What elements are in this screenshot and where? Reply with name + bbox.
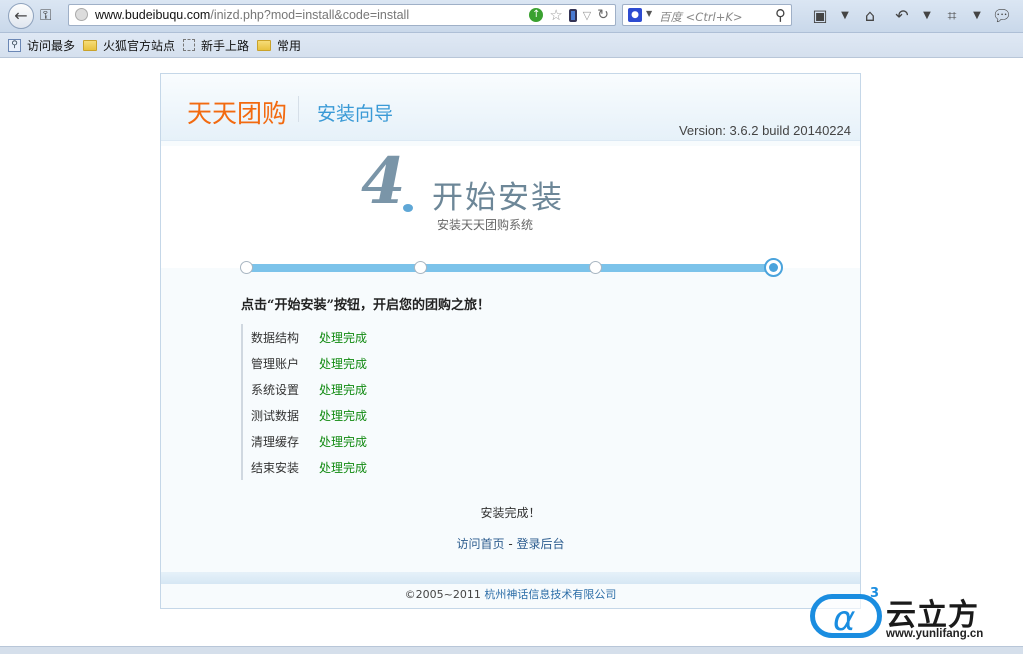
search-icon[interactable]: ⚲	[775, 6, 786, 24]
link-separator: -	[504, 537, 517, 551]
bookmark-getting-started[interactable]: 新手上路	[183, 37, 249, 54]
undo-icon[interactable]: ↶	[886, 6, 918, 26]
home-icon[interactable]: ⌂	[854, 6, 886, 26]
bookmark-label: 火狐官方站点	[103, 38, 176, 53]
list-item: 测试数据 处理完成	[241, 402, 367, 428]
task-status: 处理完成	[319, 460, 368, 475]
bookmark-star-icon[interactable]: ☆	[549, 7, 562, 23]
step-title: 开始安装	[432, 180, 564, 216]
task-label: 清理缓存	[251, 434, 300, 449]
url-text[interactable]: www.budeibuqu.com/inizd.php?mod=install&…	[95, 8, 409, 22]
copyright-text: ©2005~2011	[404, 588, 485, 601]
search-input[interactable]: 百度 <Ctrl+K>	[659, 9, 743, 25]
bookmark-label: 访问最多	[27, 38, 76, 53]
url-path: /inizd.php?mod=install&code=install	[210, 8, 410, 22]
toolbar-icons: ▣ ▼ ⌂ ↶ ▼ ⌗ ▼ 💬︎	[804, 6, 1018, 26]
visit-homepage-link[interactable]: 访问首页	[457, 537, 505, 551]
step-banner: 4 开始安装 安装天天团购系统	[161, 144, 860, 269]
watermark-url: www.yunlifang.cn	[886, 628, 984, 640]
browser-toolbar: ← ⚿ www.budeibuqu.com/inizd.php?mod=inst…	[0, 0, 1023, 33]
bookmarks-bar: ⚲ 访问最多 火狐官方站点 新手上路 常用	[0, 33, 1023, 58]
task-label: 数据结构	[251, 330, 300, 345]
step-progress	[240, 258, 783, 277]
task-label: 管理账户	[251, 356, 300, 371]
step-number: 4	[361, 144, 405, 219]
task-list: 数据结构 处理完成 管理账户 处理完成 系统设置 处理完成 测试数据 处理完成 …	[241, 324, 367, 480]
bookmarks-menu-icon[interactable]: ▣	[804, 6, 836, 26]
admin-login-link[interactable]: 登录后台	[516, 537, 564, 551]
list-item: 结束安装 处理完成	[241, 454, 367, 480]
step-description: 安装天天团购系统	[437, 218, 534, 232]
task-status: 处理完成	[319, 434, 368, 449]
progress-node-3	[589, 261, 602, 274]
bookmark-label: 新手上路	[201, 38, 250, 53]
undo-dropdown-icon[interactable]: ▼	[918, 6, 936, 26]
globe-icon	[75, 8, 88, 21]
task-status: 处理完成	[319, 408, 368, 423]
url-actions: ↑ ☆ ▽ ↻	[529, 7, 609, 23]
key-icon[interactable]: ⚿	[40, 6, 51, 24]
footer-band	[161, 572, 860, 584]
bookmark-label: 常用	[277, 38, 302, 53]
bookmark-firefox-official[interactable]: 火狐官方站点	[83, 37, 175, 54]
progress-node-1	[240, 261, 253, 274]
progress-node-4-current	[764, 258, 783, 277]
footer: ©2005~2011 杭州神话信息技术有限公司	[161, 586, 860, 602]
folder-icon	[257, 39, 272, 51]
baidu-paw-icon[interactable]: ●	[628, 8, 642, 22]
wizard-header: 天天团购 安装向导 Version: 3.6.2 build 20140224	[161, 74, 860, 141]
reload-icon[interactable]: ↻	[597, 7, 609, 23]
search-bar[interactable]: ● ▼ 百度 <Ctrl+K> ⚲	[622, 4, 792, 26]
url-host: www.budeibuqu.com	[95, 8, 211, 22]
bookmark-common[interactable]: 常用	[257, 37, 301, 54]
watermark-badge: 3	[870, 586, 880, 601]
install-complete-message: 安装完成！	[480, 506, 541, 520]
task-label: 测试数据	[251, 408, 300, 423]
company-link[interactable]: 杭州神话信息技术有限公司	[484, 588, 616, 601]
version-label: Version: 3.6.2 build 20140224	[678, 123, 851, 138]
post-install-links: 访问首页 - 登录后台	[161, 535, 860, 552]
back-button[interactable]: ←	[8, 3, 34, 29]
step-dot	[403, 204, 413, 212]
list-item: 数据结构 处理完成	[241, 324, 367, 350]
yunlifang-watermark: α 3 云立方 www.yunlifang.cn	[810, 586, 1015, 648]
list-item: 系统设置 处理完成	[241, 376, 367, 402]
task-status: 处理完成	[319, 382, 368, 397]
chat-icon[interactable]: 💬︎	[986, 6, 1018, 26]
instruction-text: 点击“开始安装”按钮，开启您的团购之旅！	[241, 298, 490, 313]
dropdown-arrow-icon[interactable]: ▽	[583, 9, 591, 22]
bookmarks-dropdown-icon[interactable]: ▼	[836, 6, 854, 26]
bookmark-most-visited[interactable]: ⚲ 访问最多	[8, 37, 75, 54]
search-icon: ⚲	[8, 38, 21, 52]
task-label: 系统设置	[251, 382, 300, 397]
logo-divider	[298, 96, 299, 122]
list-item: 管理账户 处理完成	[241, 350, 367, 376]
install-wizard-panel: 天天团购 安装向导 Version: 3.6.2 build 20140224 …	[160, 73, 861, 609]
crop-icon[interactable]: ⌗	[936, 6, 968, 26]
task-status: 处理完成	[319, 330, 368, 345]
dashed-box-icon	[183, 39, 196, 51]
page-content: 天天团购 安装向导 Version: 3.6.2 build 20140224 …	[6, 59, 1017, 646]
progress-bar-fill	[245, 264, 773, 272]
site-logo: 天天团购	[187, 99, 288, 128]
progress-node-2	[414, 261, 427, 274]
go-arrow-icon[interactable]: ↑	[529, 8, 544, 22]
wizard-title: 安装向导	[317, 103, 394, 125]
folder-icon	[83, 39, 98, 51]
address-bar[interactable]: www.budeibuqu.com/inizd.php?mod=install&…	[68, 4, 616, 26]
task-status: 处理完成	[319, 356, 368, 371]
task-label: 结束安装	[251, 460, 300, 475]
crop-dropdown-icon[interactable]: ▼	[968, 6, 986, 26]
list-item: 清理缓存 处理完成	[241, 428, 367, 454]
mobile-icon[interactable]	[568, 8, 577, 22]
search-engine-dropdown-icon[interactable]: ▼	[646, 9, 652, 18]
